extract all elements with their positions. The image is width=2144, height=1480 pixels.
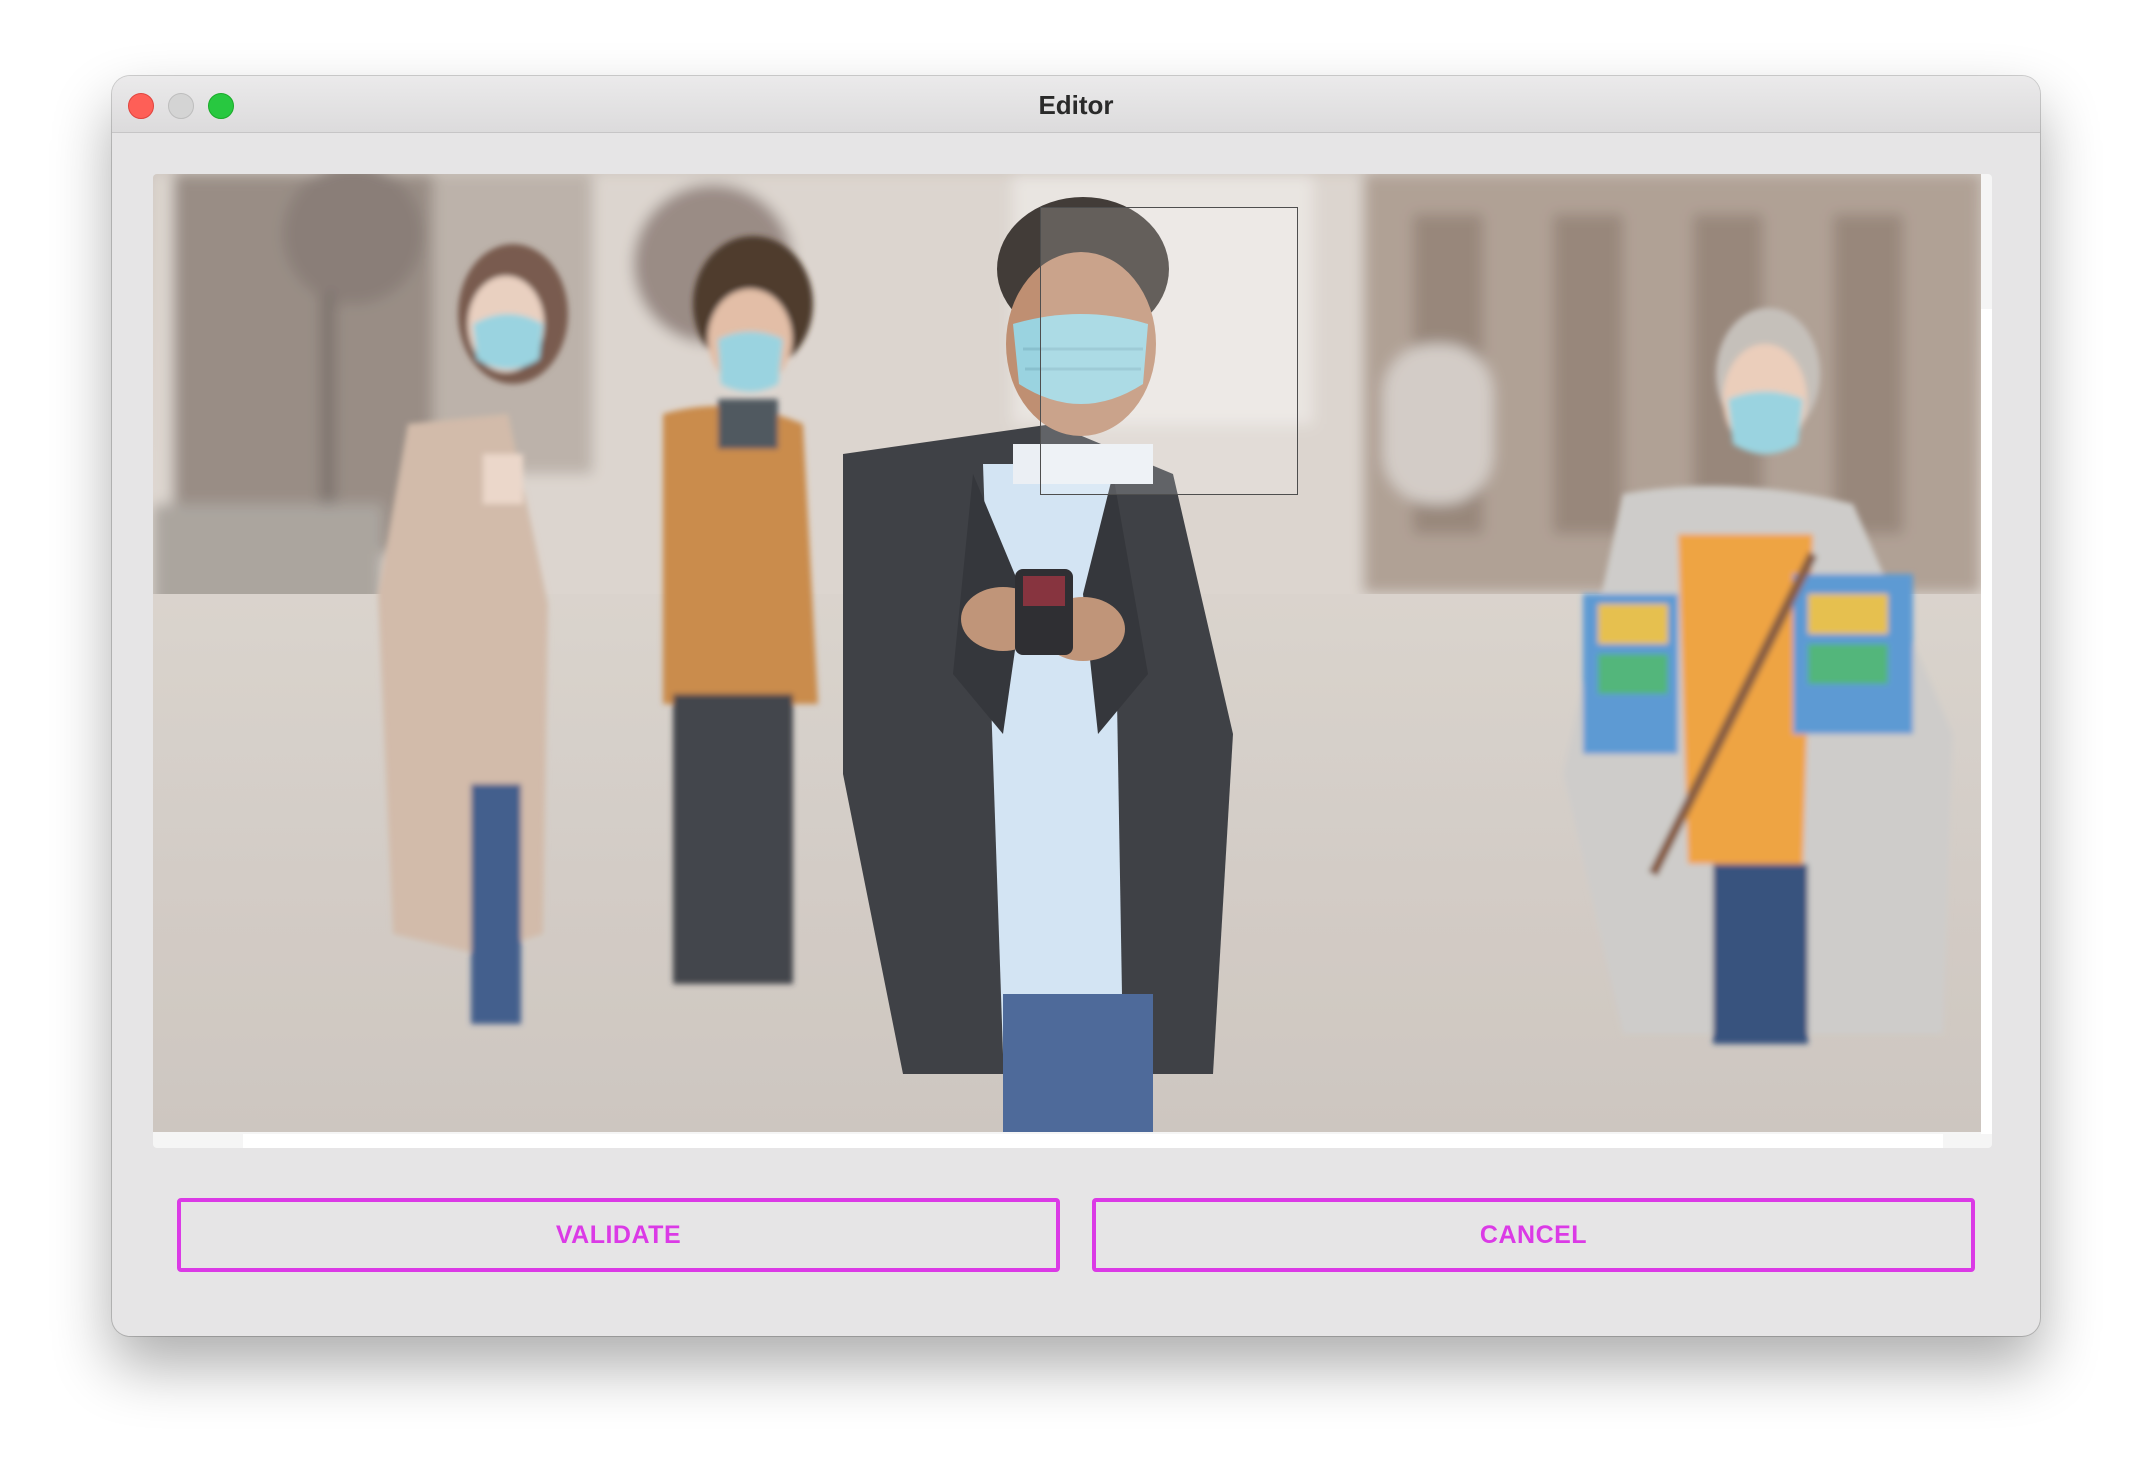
window-title: Editor [1038, 90, 1114, 120]
face-selection-box[interactable] [1040, 207, 1298, 495]
title-bar: Editor [112, 76, 2040, 133]
canvas-right-edge [1981, 309, 1992, 1134]
cancel-button[interactable]: CANCEL [1092, 1198, 1975, 1272]
image-canvas[interactable] [153, 174, 1992, 1148]
editor-window: Editor VALIDATE CANCEL [112, 76, 2040, 1336]
validate-button[interactable]: VALIDATE [177, 1198, 1060, 1272]
canvas-bottom-edge [243, 1134, 1943, 1148]
